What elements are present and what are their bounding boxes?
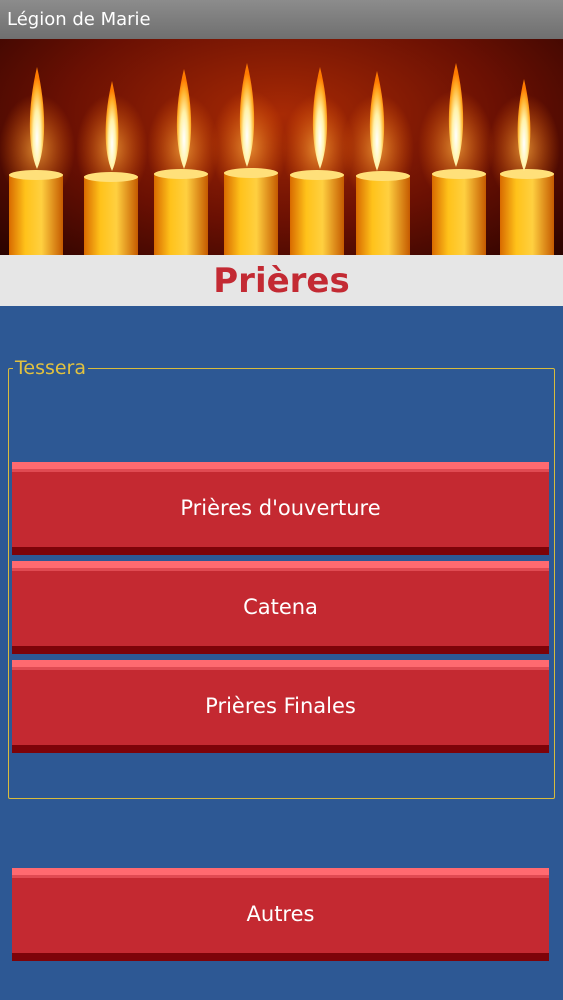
candle-2 — [76, 81, 148, 255]
candle-1 — [0, 67, 75, 255]
candles-image — [0, 63, 560, 255]
candle-6 — [342, 71, 414, 255]
candle-4 — [211, 63, 287, 255]
final-prayers-button[interactable]: Prières Finales — [12, 660, 549, 753]
catena-label: Catena — [243, 595, 318, 619]
candle-8 — [488, 79, 560, 255]
tessera-legend: Tessera — [13, 357, 89, 379]
candle-7 — [418, 63, 494, 255]
others-label: Autres — [246, 902, 315, 926]
catena-button[interactable]: Catena — [12, 561, 549, 654]
others-button[interactable]: Autres — [12, 868, 549, 961]
page-header: Prières — [0, 255, 563, 306]
page-title: Prières — [213, 261, 350, 301]
opening-prayers-label: Prières d'ouverture — [180, 496, 381, 520]
app-title-bar: Légion de Marie — [0, 0, 563, 39]
candles-banner — [0, 39, 563, 255]
candle-3 — [147, 69, 219, 255]
opening-prayers-button[interactable]: Prières d'ouverture — [12, 462, 549, 555]
app-title: Légion de Marie — [7, 9, 151, 30]
final-prayers-label: Prières Finales — [205, 694, 356, 718]
